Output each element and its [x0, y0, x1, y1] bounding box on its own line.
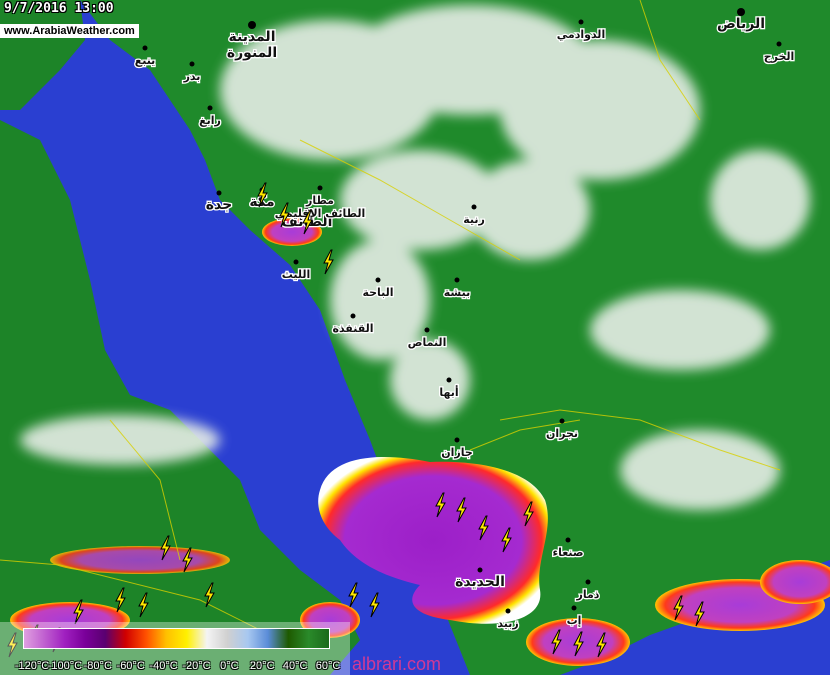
city-label: الخرج	[764, 50, 795, 64]
city-label: بيشة	[444, 286, 471, 299]
city-dot	[142, 45, 148, 51]
city-dot	[737, 8, 745, 16]
city-dot	[317, 185, 323, 191]
city-label: الحديدة	[455, 574, 505, 590]
city-dot	[375, 277, 381, 283]
city-label: الليث	[282, 268, 311, 281]
city-dot	[248, 21, 256, 29]
legend-tick-label: -120°C	[14, 660, 50, 672]
city-dot	[293, 259, 299, 265]
city-label: أبها	[439, 385, 458, 399]
city-dot	[776, 41, 782, 47]
city-label: المدينة	[229, 29, 276, 45]
city-label: جازان	[441, 446, 473, 459]
map-canvas: المدينةالمنورةينبعبدررابغجدةمكةالطائفمطا…	[0, 0, 830, 675]
city-label: الرياض	[717, 16, 765, 32]
city-label: الدوادمي	[557, 28, 605, 41]
city-label: رنية	[463, 213, 485, 226]
legend-tick-label: -80°C	[83, 660, 112, 672]
city-label: القنفذة	[332, 322, 373, 335]
temperature-legend	[23, 628, 330, 649]
city-dot	[454, 277, 460, 283]
city-label: إب	[567, 614, 582, 627]
city-label: نجران	[546, 427, 578, 440]
legend-tick-label: 40°C	[282, 660, 308, 672]
city-dot	[446, 377, 452, 383]
city-label: رابغ	[199, 114, 221, 127]
storm-sudan	[50, 546, 230, 574]
city-dot	[350, 313, 356, 319]
legend-tick-label: -100°C	[47, 660, 83, 672]
city-label: صنعاء	[552, 546, 583, 559]
city-dot	[477, 567, 483, 573]
city-dot	[207, 105, 213, 111]
legend-tick-label: -60°C	[116, 660, 145, 672]
city-dot	[471, 204, 477, 210]
legend-tick-label: -20°C	[182, 660, 211, 672]
legend-tick-label: 20°C	[249, 660, 275, 672]
legend-tick-label: -40°C	[149, 660, 178, 672]
satellite-map: المدينةالمنورةينبعبدررابغجدةمكةالطائفمطا…	[0, 0, 830, 675]
city-dot	[505, 608, 511, 614]
city-label: مطار	[305, 194, 334, 207]
legend-tick-label: 60°C	[315, 660, 341, 672]
city-dot	[216, 190, 222, 196]
city-label: زبيد	[497, 617, 518, 630]
city-dot	[454, 437, 460, 443]
city-dot	[189, 61, 195, 67]
city-label: النماص	[408, 336, 447, 349]
city-dot	[585, 579, 591, 585]
city-dot	[565, 537, 571, 543]
city-label: المنورة	[227, 45, 277, 61]
city-label: الباحة	[362, 286, 393, 299]
datetime-stamp: 9/7/2016 13:00	[4, 1, 114, 16]
city-dot	[578, 19, 584, 25]
city-dot	[559, 418, 565, 424]
city-label: بدر	[183, 70, 201, 83]
legend-tick-label: 0°C	[220, 660, 239, 672]
city-label: ذمار	[576, 588, 600, 601]
city-label: جدة	[206, 197, 232, 213]
city-dot	[571, 605, 577, 611]
city-label: ينبع	[135, 54, 156, 67]
website-label: www.ArabiaWeather.com	[0, 24, 139, 38]
watermark: albrari.com	[352, 654, 442, 674]
city-dot	[424, 327, 430, 333]
